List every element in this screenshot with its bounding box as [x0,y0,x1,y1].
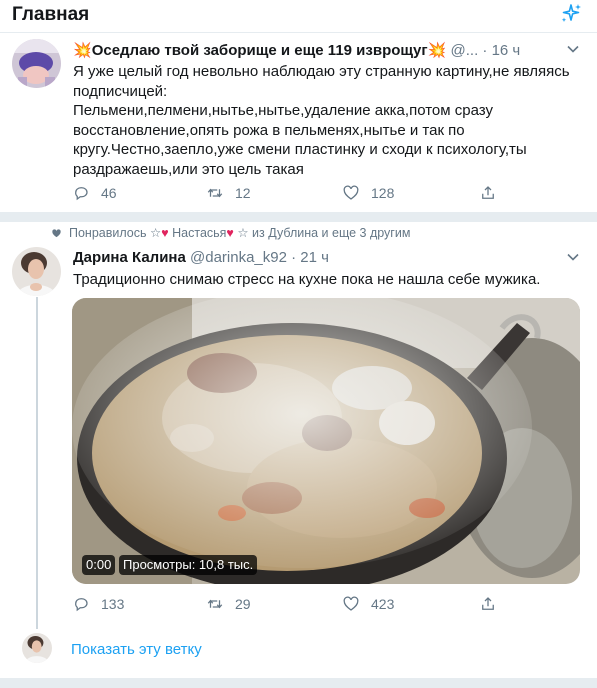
author-name[interactable]: Дарина Калина [73,249,186,266]
tweet-actions: 133 29 423 [72,595,582,615]
video-player[interactable]: 0:00 Просмотры: 10,8 тыс. [72,298,580,584]
show-thread-link[interactable]: Показать эту ветку [71,641,202,658]
share-icon [482,597,494,610]
like-button[interactable]: 423 [342,595,394,613]
like-count: 128 [371,185,395,201]
tweet-time[interactable]: · 21 ч [291,249,329,266]
tweet-header: 💥Оседлаю твой заборище и еще 119 изврощу… [73,41,520,59]
retweet-button[interactable]: 29 [206,595,251,613]
retweet-icon [207,188,223,198]
retweet-count: 29 [235,596,251,612]
video-frame [72,298,580,584]
heart-icon [343,596,359,611]
tweet-divider [0,212,597,222]
social-context[interactable]: Понравилось ☆ ♥ Настасья ♥ ☆ из Дублина и … [69,225,410,241]
tweet-text: Я уже целый год невольно наблюдаю эту ст… [73,63,570,178]
avatar[interactable] [12,247,61,296]
author-handle[interactable]: @... [451,42,479,59]
tweet-divider [0,678,597,688]
tweet[interactable]: 💥Оседлаю твой заборище и еще 119 изврощу… [0,33,597,212]
sparkle-icon[interactable] [559,2,583,26]
tweet-actions: 46 12 128 [72,184,582,204]
tweet-text: Традиционно снимаю стресс на кухне пока … [73,271,541,288]
tweet-header: Дарина Калина @darinka_k92 · 21 ч [73,249,329,266]
retweet-count: 12 [235,185,251,201]
video-timestamp: 0:00 [82,555,116,575]
timeline-header: Главная [0,0,597,33]
video-views: Просмотры: 10,8 тыс. [119,555,258,575]
reply-button[interactable]: 46 [72,184,117,202]
retweet-button[interactable]: 12 [206,184,251,202]
reply-button[interactable]: 133 [72,595,124,613]
emoji-collision: 💥 [427,42,447,59]
like-button[interactable]: 128 [342,184,394,202]
reply-count: 133 [101,596,125,612]
avatar[interactable] [22,633,52,663]
reply-icon [75,598,88,612]
reply-icon [75,187,88,201]
thread-connector [36,297,38,629]
reply-count: 46 [101,185,117,201]
heart-icon [52,229,61,238]
share-button[interactable] [479,595,508,613]
emoji-collision: 💥 [73,42,92,59]
tweet-time[interactable]: · 16 ч [482,42,520,59]
like-count: 423 [371,596,395,612]
avatar[interactable] [12,39,61,88]
retweet-icon [207,599,223,609]
page-title: Главная [12,4,90,25]
author-name[interactable]: Оседлаю твой заборище и еще 119 изврощуг [92,42,428,59]
share-button[interactable] [479,184,508,202]
heart-icon [343,185,359,200]
chevron-down-icon[interactable] [567,253,579,261]
author-handle[interactable]: @darinka_k92 [190,249,287,266]
share-icon [482,186,494,199]
chevron-down-icon[interactable] [567,45,579,53]
